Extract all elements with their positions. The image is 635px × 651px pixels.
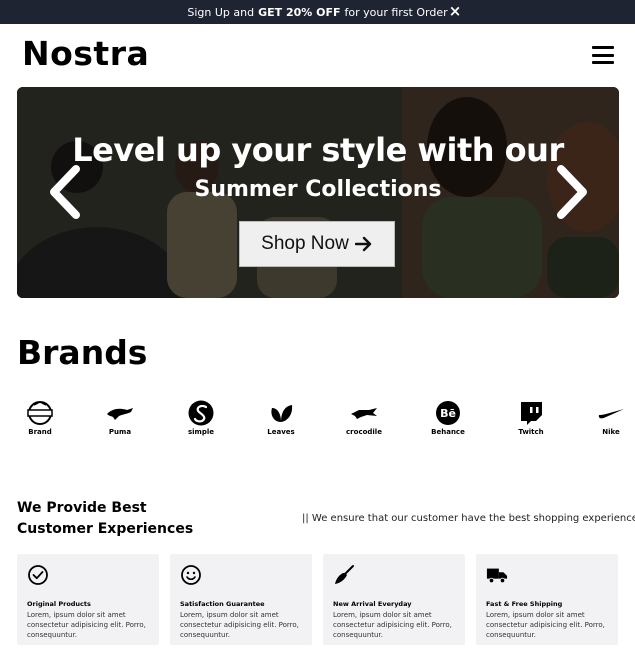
- experience-heading: We Provide Best Customer Experiences: [17, 498, 193, 540]
- crocodile-icon: [351, 408, 377, 419]
- brand-item[interactable]: Nike: [581, 400, 635, 436]
- brand-item[interactable]: Puma: [90, 400, 150, 436]
- twitch-icon: [521, 402, 542, 425]
- shop-now-button[interactable]: Shop Now: [239, 221, 395, 267]
- brand-name: simple: [187, 428, 215, 436]
- experience-heading-line1: We Provide Best: [17, 500, 147, 516]
- check-circle-icon: [28, 565, 48, 585]
- svg-text:Bē: Bē: [440, 407, 456, 420]
- feature-description: Lorem, ipsum dolor sit amet consectetur …: [486, 611, 605, 639]
- brand-item[interactable]: crocodile: [334, 400, 394, 436]
- brand-item[interactable]: Brand: [10, 400, 70, 436]
- brand-name: Twitch: [518, 428, 544, 436]
- feature-card: Original Products Lorem, ipsum dolor sit…: [17, 554, 159, 645]
- brand-name: Behance: [431, 428, 465, 436]
- chevron-left-icon[interactable]: [48, 165, 82, 219]
- smile-icon: [181, 565, 201, 585]
- brand-item[interactable]: simple: [171, 400, 231, 436]
- leaves-icon: [271, 405, 293, 422]
- behance-icon: Bē: [436, 401, 460, 425]
- brand-item[interactable]: Bē Behance: [418, 400, 478, 436]
- nike-icon: [598, 409, 624, 419]
- chevron-right-icon[interactable]: [555, 165, 589, 219]
- arrow-right-icon: [354, 236, 372, 252]
- close-announcement-button[interactable]: ×: [448, 3, 462, 19]
- brand-item[interactable]: Leaves: [251, 400, 311, 436]
- feature-card: New Arrival Everyday Lorem, ipsum dolor …: [323, 554, 465, 645]
- brands-row: Brand Puma simple Leaves crocodile Bē Be…: [0, 400, 635, 442]
- hamburger-menu-icon[interactable]: [592, 46, 614, 64]
- announcement-message: Sign Up and GET 20% OFF for your first O…: [187, 6, 447, 19]
- feature-description: Lorem, ipsum dolor sit amet consectetur …: [27, 611, 146, 639]
- feature-card: Fast & Free Shipping Lorem, ipsum dolor …: [476, 554, 618, 645]
- hero-subtitle: Summer Collections: [194, 177, 442, 202]
- feature-title: Fast & Free Shipping: [486, 600, 563, 608]
- feature-title: New Arrival Everyday: [333, 600, 412, 608]
- experience-subtitle: || We ensure that our customer have the …: [302, 513, 635, 524]
- announcement-text-after: for your first Order: [344, 5, 448, 19]
- feature-title: Original Products: [27, 600, 91, 608]
- brand-name: crocodile: [346, 428, 382, 436]
- site-header: Nostra: [0, 24, 635, 84]
- brand-badge-icon: [27, 401, 53, 425]
- brands-heading: Brands: [17, 333, 148, 372]
- brand-name: Brand: [28, 428, 52, 436]
- announcement-discount: GET 20% OFF: [258, 5, 341, 19]
- site-logo[interactable]: Nostra: [22, 34, 149, 73]
- broom-icon: [335, 565, 354, 584]
- hero-title: Level up your style with our: [72, 131, 564, 169]
- shop-now-label: Shop Now: [261, 233, 349, 254]
- brand-name: Nike: [602, 428, 620, 436]
- brand-name: Leaves: [267, 428, 295, 436]
- feature-description: Lorem, ipsum dolor sit amet consectetur …: [333, 611, 452, 639]
- feature-card: Satisfaction Guarantee Lorem, ipsum dolo…: [170, 554, 312, 645]
- feature-description: Lorem, ipsum dolor sit amet consectetur …: [180, 611, 299, 639]
- truck-icon: [486, 568, 508, 584]
- brand-item[interactable]: Twitch: [501, 400, 561, 436]
- feature-title: Satisfaction Guarantee: [180, 600, 265, 608]
- hero-banner: Level up your style with our Summer Coll…: [17, 87, 619, 298]
- puma-icon: [107, 408, 133, 420]
- brand-name: Puma: [108, 428, 132, 436]
- simple-icon: [188, 400, 214, 426]
- announcement-bar: Sign Up and GET 20% OFF for your first O…: [0, 0, 635, 24]
- announcement-text-before: Sign Up and: [187, 5, 255, 19]
- experience-heading-line2: Customer Experiences: [17, 521, 194, 537]
